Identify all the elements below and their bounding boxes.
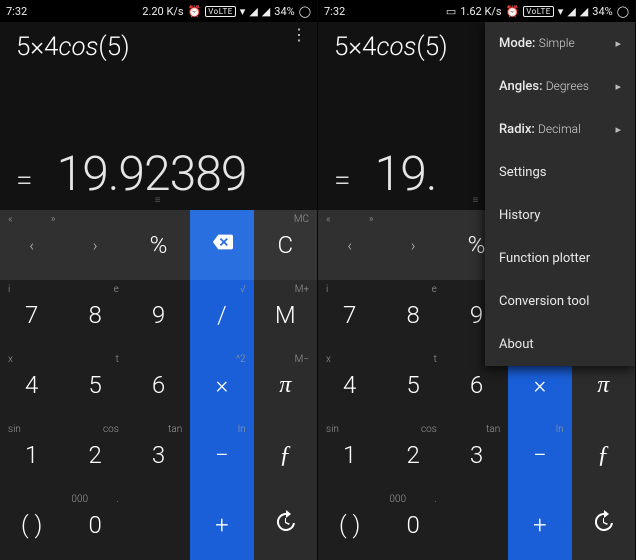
divide-button[interactable]: √/ [190, 280, 253, 350]
chevron-right-icon: ▸ [615, 37, 621, 50]
add-button[interactable]: + [190, 490, 253, 560]
key-1[interactable]: sin1 [0, 420, 63, 490]
display-area: ⋮ 5×4cos(5) = 19.92389 ≡ [0, 22, 317, 210]
expression[interactable]: 5×4cos(5) [16, 32, 301, 62]
volte-badge: VoLTE [205, 6, 236, 17]
volte-badge: VoLTE [523, 6, 554, 17]
key-9[interactable]: 9 [127, 280, 190, 350]
signal-icon-2: ◢ [580, 5, 588, 18]
menu-angles[interactable]: Angles: Degrees ▸ [485, 65, 635, 108]
nav-right-button[interactable]: › [63, 210, 126, 280]
paren-button[interactable]: ( ) [0, 490, 63, 560]
menu-radix[interactable]: Radix: Decimal ▸ [485, 108, 635, 151]
key-7[interactable]: i7 [0, 280, 63, 350]
key-8[interactable]: e8 [63, 280, 126, 350]
key-4[interactable]: x4 [0, 350, 63, 420]
status-rate: 1.62 K/s [460, 5, 501, 18]
wifi-icon: ▾ [240, 5, 246, 18]
result: 19. [375, 145, 495, 202]
menu-conversion[interactable]: Conversion tool [485, 280, 635, 323]
add-button[interactable]: + [508, 490, 571, 560]
memory-button[interactable]: M+M [254, 280, 317, 350]
key-3[interactable]: tan3 [445, 420, 508, 490]
battery-icon: ◯ [299, 5, 311, 18]
phone-left: 7:32 2.20 K/s ⏰ VoLTE ▾ ◢ ◢ 34% ◯ ⋮ 5×4c… [0, 0, 318, 560]
function-button[interactable]: ƒ [572, 420, 635, 490]
screenshot-icon: ▭ [446, 5, 456, 18]
battery-percent: 34% [592, 5, 612, 18]
result: 19.92389 [57, 145, 247, 202]
paren-button[interactable]: ( ) [318, 490, 381, 560]
key-5[interactable]: t5 [63, 350, 126, 420]
menu-plotter[interactable]: Function plotter [485, 237, 635, 280]
alarm-icon: ⏰ [506, 5, 520, 18]
status-bar: 7:32 ▭ 1.62 K/s ⏰ VoLTE ▾ ◢ ◢ 34% ◯ [318, 0, 635, 22]
equals-sign: = [334, 163, 351, 198]
alarm-icon: ⏰ [188, 5, 202, 18]
key-blank[interactable] [127, 490, 190, 560]
signal-icon: ◢ [567, 5, 575, 18]
key-8[interactable]: e8 [381, 280, 444, 350]
chevron-right-icon: ▸ [615, 123, 621, 136]
battery-icon: ◯ [617, 5, 629, 18]
history-button[interactable] [572, 490, 635, 560]
multiply-button[interactable]: ^2× [190, 350, 253, 420]
battery-percent: 34% [274, 5, 294, 18]
key-3[interactable]: tan3 [127, 420, 190, 490]
key-2[interactable]: cos2 [381, 420, 444, 490]
overflow-menu: Mode: Simple ▸ Angles: Degrees ▸ Radix: … [485, 22, 635, 366]
signal-icon-2: ◢ [262, 5, 270, 18]
drag-handle-icon[interactable]: ≡ [155, 195, 163, 206]
key-1[interactable]: sin1 [318, 420, 381, 490]
menu-history[interactable]: History [485, 194, 635, 237]
menu-about[interactable]: About [485, 323, 635, 366]
backspace-icon [209, 231, 235, 259]
clear-button[interactable]: MC C [254, 210, 317, 280]
key-7[interactable]: i7 [318, 280, 381, 350]
key-0[interactable]: 000.0 [381, 490, 444, 560]
history-button[interactable] [254, 490, 317, 560]
status-bar: 7:32 2.20 K/s ⏰ VoLTE ▾ ◢ ◢ 34% ◯ [0, 0, 317, 22]
status-rate: 2.20 K/s [142, 5, 183, 18]
chevron-right-icon: ▸ [615, 80, 621, 93]
key-0[interactable]: 000.0 [63, 490, 126, 560]
menu-settings[interactable]: Settings [485, 151, 635, 194]
drag-handle-icon[interactable]: ≡ [473, 195, 481, 206]
subtract-button[interactable]: ln− [190, 420, 253, 490]
nav-right-button[interactable]: › [381, 210, 444, 280]
key-2[interactable]: cos2 [63, 420, 126, 490]
signal-icon: ◢ [249, 5, 257, 18]
history-icon [273, 510, 297, 540]
key-blank[interactable] [445, 490, 508, 560]
menu-mode[interactable]: Mode: Simple ▸ [485, 22, 635, 65]
equals-sign: = [16, 163, 33, 198]
nav-left-button[interactable]: « » ‹ [318, 210, 381, 280]
key-6[interactable]: 6 [127, 350, 190, 420]
history-icon [591, 510, 615, 540]
keypad: « » ‹ › % MC C i7 e8 9 √/ M+M x4 t5 6 ^2… [0, 210, 317, 560]
status-time: 7:32 [6, 5, 27, 18]
key-5[interactable]: t5 [381, 350, 444, 420]
key-4[interactable]: x4 [318, 350, 381, 420]
pi-button[interactable]: M−π [254, 350, 317, 420]
nav-left-button[interactable]: « » ‹ [0, 210, 63, 280]
percent-button[interactable]: % [127, 210, 190, 280]
status-time: 7:32 [324, 5, 345, 18]
function-button[interactable]: ƒ [254, 420, 317, 490]
overflow-menu-icon[interactable]: ⋮ [291, 28, 307, 42]
wifi-icon: ▾ [558, 5, 564, 18]
phone-right: 7:32 ▭ 1.62 K/s ⏰ VoLTE ▾ ◢ ◢ 34% ◯ 5×4c… [318, 0, 636, 560]
subtract-button[interactable]: ln− [508, 420, 571, 490]
backspace-button[interactable] [190, 210, 253, 280]
